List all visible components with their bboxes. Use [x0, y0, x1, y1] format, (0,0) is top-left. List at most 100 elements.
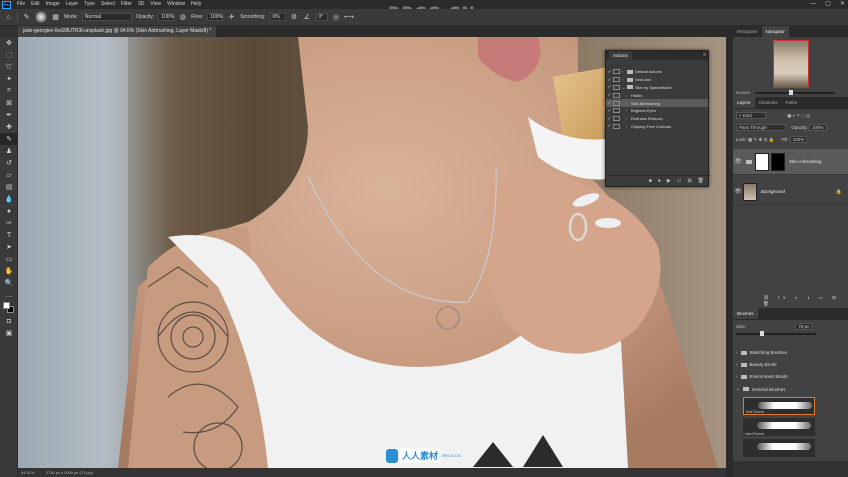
- pressure-opacity-icon[interactable]: ◍: [178, 13, 187, 22]
- expand-arrow-icon[interactable]: ›: [736, 350, 738, 355]
- record-icon[interactable]: ●: [658, 178, 661, 184]
- lock-icon[interactable]: 🔒: [836, 189, 842, 195]
- action-row[interactable]: ✓ › Hiddin: [606, 91, 708, 99]
- quick-select-tool-icon[interactable]: ✦: [0, 73, 18, 85]
- menu-3d[interactable]: 3D: [135, 0, 147, 9]
- pen-tool-icon[interactable]: ✑: [0, 217, 18, 229]
- dialog-toggle[interactable]: [613, 100, 620, 106]
- dialog-toggle[interactable]: [613, 92, 620, 98]
- layer-mask-thumbnail[interactable]: [771, 152, 785, 171]
- zoom-tool-icon[interactable]: 🔍: [0, 277, 18, 289]
- menu-window[interactable]: Window: [164, 0, 188, 9]
- healing-brush-tool-icon[interactable]: ✚: [0, 121, 18, 133]
- layers-footer-icons[interactable]: ⛓ fx ◐ ◑ ▭ ⊞ 🗑: [763, 295, 848, 307]
- new-set-icon[interactable]: ▭: [677, 178, 682, 184]
- layer-kind-select[interactable]: ⌕ Kind: [736, 112, 766, 119]
- action-row[interactable]: ✓ ⌄ Skin by SparkleMark: [606, 84, 708, 92]
- menu-file[interactable]: File: [14, 0, 28, 9]
- brush-tool-icon[interactable]: ✎: [0, 133, 18, 145]
- tab-channels[interactable]: Channels: [755, 97, 782, 108]
- eraser-tool-icon[interactable]: ▱: [0, 169, 18, 181]
- checkmark-icon[interactable]: ✓: [606, 84, 613, 90]
- brush-size-field[interactable]: 75 px: [795, 323, 813, 330]
- more-tools-icon[interactable]: …: [0, 289, 18, 301]
- brush-folder-open[interactable]: ⌄ General Brushes: [736, 386, 786, 392]
- move-tool-icon[interactable]: ✥: [0, 37, 18, 49]
- layer-name[interactable]: Skin Airbrushing: [789, 159, 822, 164]
- expand-arrow-icon[interactable]: ›: [736, 374, 738, 379]
- crop-tool-icon[interactable]: ⌗: [0, 85, 18, 97]
- expand-arrow-icon[interactable]: ›: [736, 362, 738, 367]
- dodge-tool-icon[interactable]: ●: [0, 205, 18, 217]
- zoom-readout[interactable]: 94.61%: [21, 470, 35, 475]
- type-tool-icon[interactable]: T: [0, 229, 18, 241]
- lasso-tool-icon[interactable]: ➰: [0, 61, 18, 73]
- layer-row-background[interactable]: 👁 Background 🔒: [733, 179, 848, 205]
- checkmark-icon[interactable]: ✓: [606, 116, 613, 122]
- stop-icon[interactable]: ■: [649, 178, 652, 184]
- brush-tile[interactable]: Hard Round: [743, 418, 815, 436]
- clone-stamp-tool-icon[interactable]: ♟: [0, 145, 18, 157]
- dialog-toggle[interactable]: [613, 116, 620, 122]
- menu-filter[interactable]: Filter: [118, 0, 135, 9]
- menu-layer[interactable]: Layer: [63, 0, 82, 9]
- maximize-icon[interactable]: ▢: [825, 0, 831, 9]
- menu-select[interactable]: Select: [98, 0, 118, 9]
- delete-icon[interactable]: 🗑: [698, 178, 704, 184]
- action-row[interactable]: ✓ › Clipping Free Contrast: [606, 123, 708, 131]
- brush-tool-icon[interactable]: ✎: [22, 13, 31, 22]
- collapse-arrow-icon[interactable]: ⌄: [736, 386, 740, 392]
- close-icon[interactable]: ✕: [840, 0, 845, 9]
- frame-tool-icon[interactable]: ⊠: [0, 97, 18, 109]
- menu-image[interactable]: Image: [43, 0, 63, 9]
- brush-tile[interactable]: [743, 439, 815, 457]
- eye-icon[interactable]: 👁: [733, 188, 743, 195]
- path-select-tool-icon[interactable]: ➤: [0, 241, 18, 253]
- play-icon[interactable]: ▶: [667, 178, 671, 184]
- layer-opacity-field[interactable]: 100%: [809, 124, 827, 131]
- brush-folder[interactable]: › Environment Brush: [736, 374, 788, 379]
- marquee-tool-icon[interactable]: ⬚: [0, 49, 18, 61]
- filter-icons[interactable]: ▣ ◐ T ⬚ ⊡: [787, 113, 810, 118]
- tab-navigator[interactable]: Navigator: [761, 26, 789, 37]
- opacity-field[interactable]: 100%: [158, 13, 175, 21]
- checkmark-icon[interactable]: ✓: [606, 100, 613, 106]
- dialog-toggle[interactable]: [613, 123, 620, 129]
- layer-fill-field[interactable]: 100%: [789, 136, 808, 143]
- lock-icons[interactable]: ▦ ✎ ✥ ⊡ 🔒: [748, 137, 774, 142]
- menu-help[interactable]: Help: [188, 0, 204, 9]
- smoothing-settings-icon[interactable]: ⚙: [290, 13, 299, 22]
- tab-histogram[interactable]: Histogram: [733, 26, 762, 37]
- brush-folder[interactable]: › Sketching Brushes: [736, 350, 787, 355]
- new-action-icon[interactable]: ⊞: [687, 178, 691, 184]
- slider-knob[interactable]: [789, 90, 793, 95]
- slider-knob[interactable]: [760, 331, 764, 336]
- menu-view[interactable]: View: [147, 0, 164, 9]
- eye-icon[interactable]: 👁: [733, 158, 743, 165]
- color-swatches[interactable]: [0, 301, 18, 315]
- brush-settings-icon[interactable]: ▦: [51, 13, 60, 22]
- flow-field[interactable]: 100%: [207, 13, 224, 21]
- tab-paths[interactable]: Paths: [782, 97, 802, 108]
- symmetry-icon[interactable]: ⟷: [344, 13, 354, 22]
- checkmark-icon[interactable]: ✓: [606, 123, 613, 129]
- actions-tab[interactable]: Actions: [609, 51, 632, 60]
- angle-field[interactable]: 0°: [315, 13, 328, 21]
- tab-layers[interactable]: Layers: [733, 97, 755, 108]
- action-row[interactable]: ✓ › Redness Reducer: [606, 115, 708, 123]
- hand-tool-icon[interactable]: ✋: [0, 265, 18, 277]
- quick-mask-icon[interactable]: ◘: [0, 315, 18, 327]
- panel-menu-icon[interactable]: ≡: [703, 51, 706, 60]
- brush-tile-selected[interactable]: Soft Round: [743, 397, 815, 415]
- gradient-tool-icon[interactable]: ▤: [0, 181, 18, 193]
- brush-folder[interactable]: › Beauty Brush: [736, 362, 777, 367]
- shape-tool-icon[interactable]: ▭: [0, 253, 18, 265]
- tab-brushes[interactable]: Brushes: [733, 308, 758, 319]
- brush-size-slider[interactable]: [736, 331, 816, 336]
- menu-edit[interactable]: Edit: [28, 0, 43, 9]
- mode-select[interactable]: Normal: [81, 13, 132, 21]
- action-row[interactable]: ✓ › OneLove: [606, 76, 708, 84]
- blur-tool-icon[interactable]: 💧: [0, 193, 18, 205]
- blend-mode-select[interactable]: Pass Through: [736, 124, 786, 131]
- action-row-selected[interactable]: ✓ › Skin Airbrushing: [606, 99, 708, 107]
